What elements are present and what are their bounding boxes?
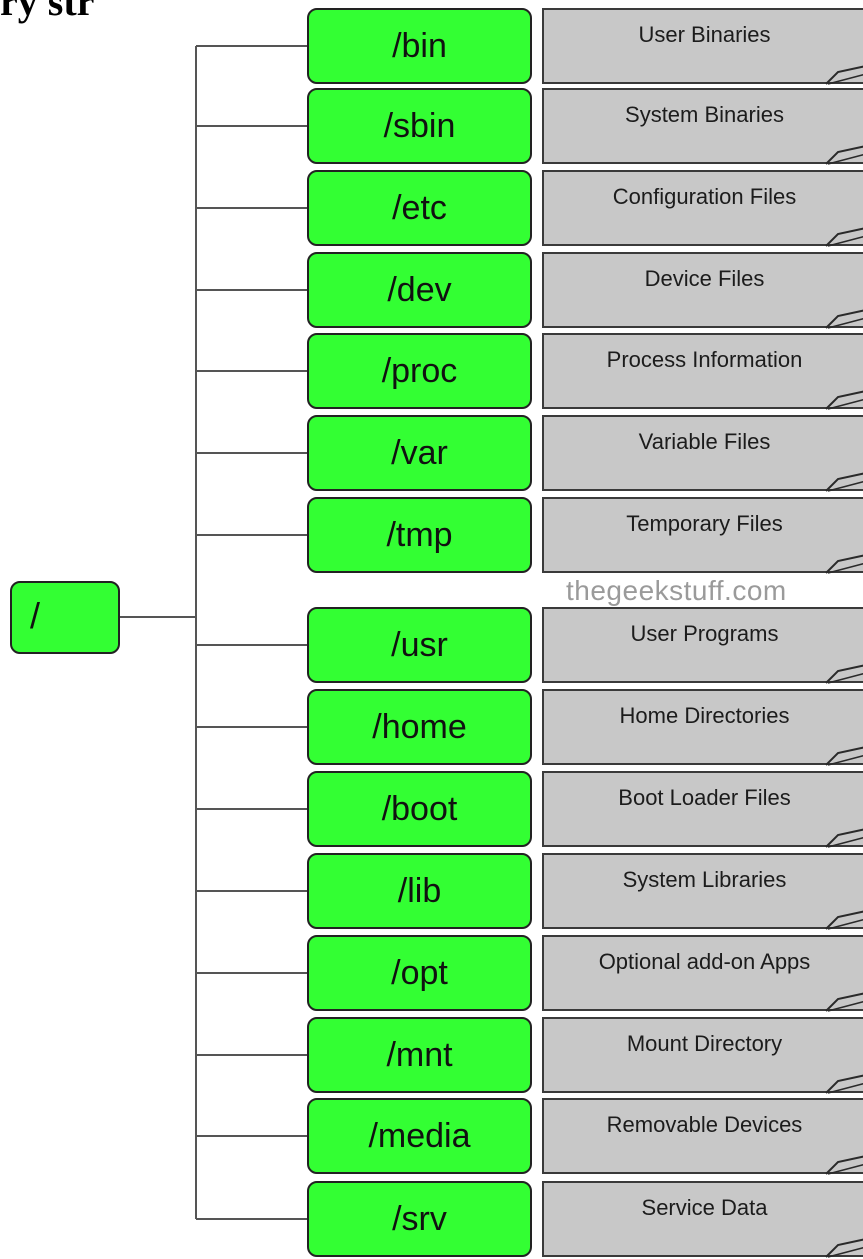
desc-box-usr: User Programs (542, 607, 863, 684)
dir-node-media[interactable]: /media (307, 1098, 532, 1174)
desc-label-opt: Optional add-on Apps (598, 949, 811, 974)
dir-node-opt[interactable]: /opt (307, 935, 532, 1011)
folded-corner-mark (825, 746, 863, 766)
desc-label-var: Variable Files (638, 429, 771, 454)
desc-label-media: Removable Devices (606, 1112, 803, 1137)
root-directory-node[interactable]: / (10, 581, 120, 654)
dir-node-lib[interactable]: /lib (307, 853, 532, 929)
desc-box-home: Home Directories (542, 689, 863, 766)
folded-corner-mark (825, 1074, 863, 1094)
folded-corner-mark (825, 145, 863, 165)
folded-corner-mark (825, 992, 863, 1012)
dir-node-usr[interactable]: /usr (307, 607, 532, 683)
desc-box-opt: Optional add-on Apps (542, 935, 863, 1012)
folded-corner-mark (825, 65, 863, 85)
desc-box-bin: User Binaries (542, 8, 863, 85)
folded-corner-mark (825, 390, 863, 410)
dir-node-proc[interactable]: /proc (307, 333, 532, 409)
root-directory-label: / (30, 595, 41, 636)
dir-node-bin[interactable]: /bin (307, 8, 532, 84)
folded-corner-mark (825, 664, 863, 684)
desc-box-etc: Configuration Files (542, 170, 863, 247)
folded-corner-stroke (825, 227, 863, 247)
dir-node-tmp[interactable]: /tmp (307, 497, 532, 573)
dir-node-boot[interactable]: /boot (307, 771, 532, 847)
folded-corner-stroke (825, 992, 863, 1012)
dir-node-mnt[interactable]: /mnt (307, 1017, 532, 1093)
folded-corner-stroke (825, 828, 863, 848)
folded-corner-mark (825, 472, 863, 492)
desc-box-tmp: Temporary Files (542, 497, 863, 574)
desc-box-mnt: Mount Directory (542, 1017, 863, 1094)
folded-corner-stroke (825, 746, 863, 766)
dir-node-sbin[interactable]: /sbin (307, 88, 532, 164)
dir-node-etc[interactable]: /etc (307, 170, 532, 246)
desc-box-lib: System Libraries (542, 853, 863, 930)
desc-box-dev: Device Files (542, 252, 863, 329)
folded-corner-stroke (825, 390, 863, 410)
desc-box-sbin: System Binaries (542, 88, 863, 165)
dir-node-srv[interactable]: /srv (307, 1181, 532, 1257)
desc-label-sbin: System Binaries (625, 102, 784, 127)
folded-corner-stroke (825, 65, 863, 85)
desc-box-srv: Service Data (542, 1181, 863, 1258)
desc-box-boot: Boot Loader Files (542, 771, 863, 848)
desc-label-srv: Service Data (641, 1195, 768, 1220)
folded-corner-mark (825, 910, 863, 930)
folded-corner-stroke (825, 664, 863, 684)
desc-label-mnt: Mount Directory (626, 1031, 783, 1056)
folded-corner-stroke (825, 1074, 863, 1094)
desc-label-lib: System Libraries (622, 867, 787, 892)
folded-corner-mark (825, 1238, 863, 1258)
folded-corner-mark (825, 1155, 863, 1175)
folded-corner-mark (825, 828, 863, 848)
desc-label-tmp: Temporary Files (626, 511, 783, 536)
desc-label-usr: User Programs (630, 621, 779, 646)
desc-label-home: Home Directories (619, 703, 790, 728)
desc-box-var: Variable Files (542, 415, 863, 492)
desc-label-boot: Boot Loader Files (618, 785, 791, 810)
desc-label-etc: Configuration Files (612, 184, 797, 209)
folded-corner-stroke (825, 1155, 863, 1175)
folded-corner-stroke (825, 145, 863, 165)
desc-box-media: Removable Devices (542, 1098, 863, 1175)
folded-corner-stroke (825, 309, 863, 329)
folded-corner-mark (825, 554, 863, 574)
folded-corner-mark (825, 309, 863, 329)
watermark: thegeekstuff.com (566, 575, 787, 606)
desc-label-dev: Device Files (644, 266, 765, 291)
folded-corner-stroke (825, 554, 863, 574)
dir-node-home[interactable]: /home (307, 689, 532, 765)
desc-label-bin: User Binaries (638, 22, 771, 47)
folded-corner-stroke (825, 472, 863, 492)
folded-corner-mark (825, 227, 863, 247)
dir-node-dev[interactable]: /dev (307, 252, 532, 328)
desc-box-proc: Process Information (542, 333, 863, 410)
desc-label-proc: Process Information (606, 347, 803, 372)
dir-node-var[interactable]: /var (307, 415, 532, 491)
folded-corner-stroke (825, 1238, 863, 1258)
folded-corner-stroke (825, 910, 863, 930)
